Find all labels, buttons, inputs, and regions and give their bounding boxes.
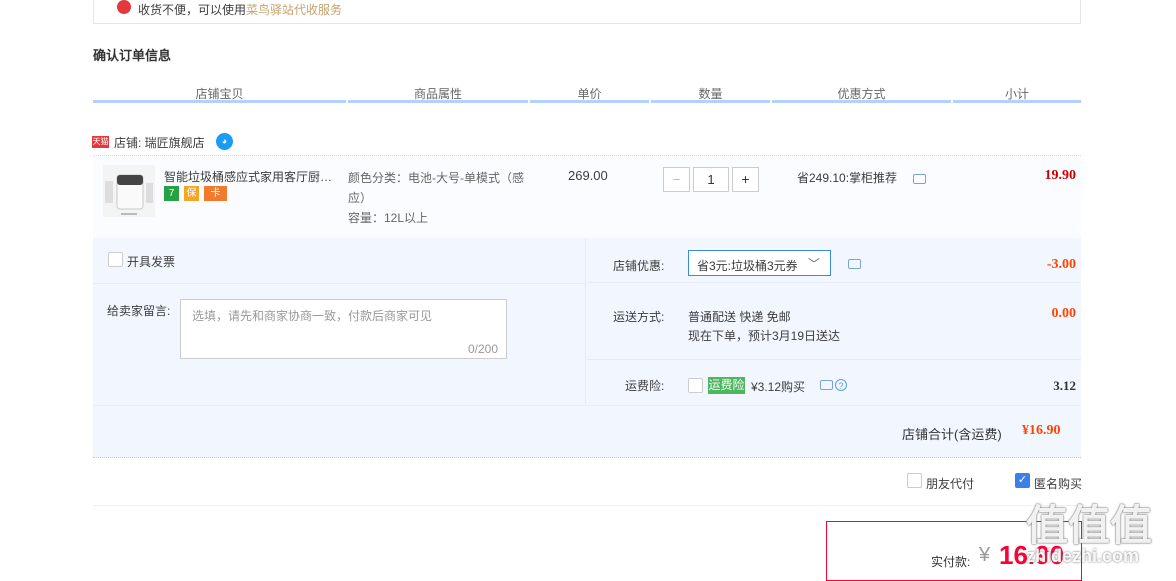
cainiao-icon: [117, 0, 131, 14]
header-underline: [953, 100, 1081, 103]
shop-discount-selected: 省3元:垃圾桶3元券: [697, 259, 798, 273]
shop-discount-select[interactable]: 省3元:垃圾桶3元券 ﹀: [688, 250, 831, 276]
message-textarea[interactable]: 选填，请先和商家协商一致，付款后商家可见 0/200: [180, 299, 507, 359]
friend-pay-label: 朋友代付: [926, 477, 975, 491]
product-name[interactable]: 智能垃圾桶感应式家用客厅厨房卫生间: [164, 168, 344, 185]
quantity-input[interactable]: 1: [693, 167, 729, 192]
message-label: 给卖家留言:: [107, 304, 171, 318]
insurance-amount: 3.12: [1053, 378, 1076, 393]
message-placeholder: 选填，请先和商家协商一致，付款后商家可见: [192, 309, 433, 323]
payment-currency: ¥: [979, 544, 991, 566]
header-underline: [93, 100, 346, 103]
invoice-label: 开具发票: [127, 255, 176, 269]
unit-price: 269.00: [568, 168, 608, 183]
guarantee-badge: 保: [184, 186, 199, 201]
invoice-checkbox[interactable]: [108, 252, 123, 267]
shop-total-amount: ¥16.90: [1022, 423, 1061, 438]
payment-label: 实付款:: [931, 555, 971, 569]
header-underline: [530, 100, 649, 103]
shop-total-label: 店铺合计(含运费): [902, 427, 1002, 442]
header-underline: [348, 100, 528, 103]
insurance-comment-icon[interactable]: [820, 380, 833, 390]
divider: [587, 359, 1081, 360]
shop-discount-label: 店铺优惠:: [613, 259, 665, 273]
notice-text: 收货不便，可以使用: [138, 3, 247, 17]
wangwang-chat-icon[interactable]: ◕: [216, 133, 233, 150]
discount-comment-icon[interactable]: [913, 174, 926, 184]
anonymous-checkbox[interactable]: ✓: [1015, 473, 1030, 488]
divider: [587, 282, 1081, 283]
credit-card-badge: 卡: [204, 186, 227, 201]
cainiao-service-link[interactable]: 菜鸟驿站代收服务: [246, 3, 342, 17]
insurance-tag: 运费险: [708, 377, 745, 394]
anonymous-label: 匿名购买: [1034, 477, 1083, 491]
product-attribute-color: 颜色分类：电池-大号-单模式（感应）: [348, 171, 524, 205]
header-underline: [772, 100, 951, 103]
discount-method: 省249.10:掌柜推荐: [797, 171, 898, 185]
divider: [93, 505, 1081, 506]
delivery-notice: 收货不便，可以使用菜鸟驿站代收服务: [93, 0, 1081, 24]
quantity-decrease-button[interactable]: −: [663, 167, 690, 192]
message-counter: 0/200: [467, 342, 498, 356]
item-subtotal: 19.90: [1044, 168, 1077, 183]
site-watermark-url: zhidezhi.com: [1026, 546, 1140, 566]
product-image[interactable]: [103, 165, 155, 217]
shipping-method: 普通配送 快递 免邮: [688, 310, 791, 324]
coupon-comment-icon[interactable]: [848, 259, 861, 269]
divider: [93, 283, 585, 284]
insurance-label: 运费险:: [625, 379, 665, 393]
shipping-amount: 0.00: [1051, 306, 1077, 321]
product-attribute-capacity: 容量：12L以上: [348, 211, 429, 225]
insurance-checkbox[interactable]: [688, 378, 703, 393]
seven-day-return-badge: 7: [164, 186, 179, 201]
chevron-down-icon: ﹀: [807, 257, 820, 271]
header-underline: [651, 100, 770, 103]
tmall-badge: 天猫: [92, 136, 109, 148]
help-icon[interactable]: ?: [835, 379, 847, 391]
shop-discount-amount: -3.00: [1046, 257, 1076, 272]
shop-name[interactable]: 店铺: 瑞匠旗舰店: [114, 134, 205, 151]
quantity-increase-button[interactable]: +: [732, 167, 759, 192]
shipping-estimate: 现在下单，预计3月19日送达: [688, 329, 841, 343]
insurance-price: ¥3.12购买: [751, 380, 806, 394]
friend-pay-checkbox[interactable]: [907, 473, 922, 488]
section-title: 确认订单信息: [93, 48, 172, 63]
site-watermark: 值值值: [1026, 502, 1153, 549]
shipping-label: 运送方式:: [613, 310, 665, 324]
